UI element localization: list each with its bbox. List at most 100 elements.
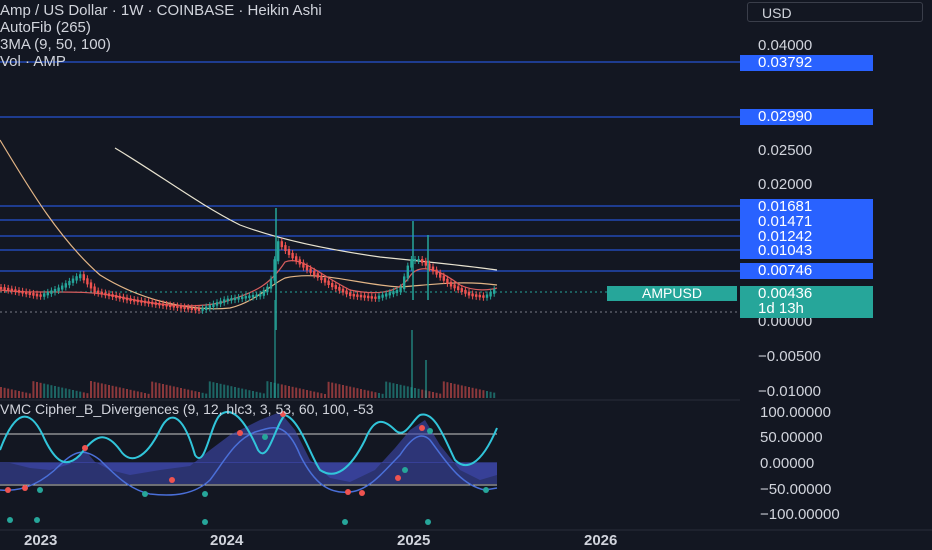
signal-dot [419,425,425,431]
volume-bar [115,386,118,398]
volume-bar [309,390,312,398]
volume-bar [93,381,96,398]
volume-bar [226,385,229,398]
volume-bar [471,387,474,398]
volume-bar [158,383,161,398]
volume-bar [61,387,64,398]
volume-bar [75,390,78,398]
volume-bar [352,387,355,398]
volume-bar [0,387,2,398]
volume-bar [3,387,6,398]
chart-header: Amp / US Dollar · 1W · COINBASE · Heikin… [0,2,322,70]
volume-bar [154,382,157,398]
signal-dot [262,434,268,440]
signal-dot [342,519,348,525]
volume-bar [64,388,67,398]
volume-bar [252,391,254,398]
volume-bar [460,385,463,398]
volume-bar [100,383,103,398]
volume-bar [320,393,323,398]
volume-bar [176,387,179,398]
signal-dot [427,428,433,434]
volume-bar [363,389,366,398]
volume-bar [349,386,352,398]
fib-levels [0,61,740,313]
volume-bar [18,391,20,398]
symbol-title[interactable]: Amp / US Dollar · 1W · COINBASE · Heikin… [0,2,322,19]
volume-bar [482,390,485,398]
volume-bar [68,389,71,398]
volume-bar [327,381,330,398]
oscillator-label[interactable]: VMC Cipher_B_Divergences (9, 12, hlc3, 3… [0,401,374,417]
volume-bar [396,384,398,398]
volume-bar [475,388,478,398]
osc-tick: 50.00000 [760,429,823,446]
osc-tick: −100.00000 [760,506,840,523]
volume-bar [126,389,128,398]
volume-bar [428,391,431,398]
volume-bar [104,384,107,398]
time-axis[interactable]: 2023 2024 2025 2026 [0,531,740,550]
volume-bar [284,385,287,398]
ma-100-line [114,147,498,271]
volume-bar [97,382,100,398]
volume-bar [262,393,265,398]
volume-bar [237,387,240,398]
volume-bar [10,389,13,398]
indicator-volume[interactable]: Vol · AMP [0,53,322,70]
currency-button[interactable]: USD [747,2,923,22]
signal-dot [237,430,243,436]
indicator-3ma[interactable]: 3MA (9, 50, 100) [0,36,322,53]
volume-bar [277,383,280,398]
volume-bar [302,389,305,398]
volume-bar [122,388,125,398]
last-price-label: 0.00436 1d 13h [740,286,873,318]
volume-bar [439,393,442,398]
volume-bar [39,382,42,398]
volume-bar [414,388,416,398]
volume-spike [425,360,427,398]
volume-bar [381,393,384,398]
volume-bar [342,385,344,398]
signal-dot [359,490,365,496]
volume-bar [334,383,337,398]
volume-bar [388,382,391,398]
volume-bar [442,381,445,398]
volume-bar [32,381,35,398]
volume-bar [133,390,136,398]
time-tick: 2026 [584,532,618,549]
price-tick: −0.00500 [758,348,821,365]
volume-bar [82,392,85,398]
osc-band [0,462,497,484]
volume-bar [370,391,373,398]
signal-dot [169,477,175,483]
volume-bar [205,393,208,398]
volume-bar [266,381,269,398]
volume-bar [280,384,283,398]
volume-bar [489,391,492,398]
price-tick: 0.04000 [758,37,813,54]
signal-dot [202,491,208,497]
ma-9-line [0,260,498,307]
indicator-autofib[interactable]: AutoFib (265) [0,19,322,36]
volume-bar [345,385,348,398]
volume-bar [457,384,460,398]
volume-bar [417,388,420,398]
volume-bar [392,383,395,398]
signal-dot [7,517,13,523]
price-axis[interactable]: 0.04000 0.02500 0.02000 0.00000 −0.00500… [740,30,932,400]
volume-bar [129,389,132,398]
signal-dot [483,487,489,493]
volume-bar [338,384,341,398]
volume-bar [367,390,370,398]
oscillator-axis[interactable]: 100.00000 50.00000 0.00000 −50.00000 −10… [740,402,932,530]
volume-bar [14,390,17,398]
price-tick: 0.02000 [758,176,813,193]
volume-bar [111,385,114,398]
volume-bar [244,389,247,398]
time-tick: 2023 [24,532,58,549]
osc-tick: 0.00000 [760,455,815,472]
volume-bar [57,386,60,398]
volume-bar [169,385,172,398]
volume-bar [151,381,154,398]
